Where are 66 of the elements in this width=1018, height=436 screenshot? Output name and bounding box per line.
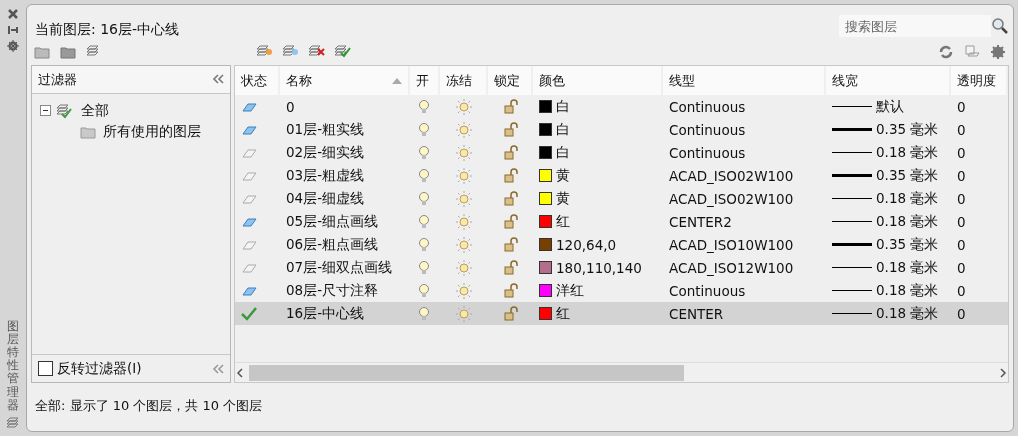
color-name: 黄 — [556, 189, 570, 208]
panel-title: 图层特性管理器 — [7, 319, 19, 412]
color-name: 白 — [556, 97, 570, 116]
status-text: 全部: 显示了 10 个图层，共 10 个图层 — [35, 397, 263, 415]
color-name: 白 — [556, 120, 570, 139]
column-header[interactable]: 透明度 — [951, 66, 1008, 95]
lineweight: 0.18 毫米 — [876, 189, 939, 208]
lineweight: 0.35 毫米 — [876, 235, 939, 254]
layer-name[interactable]: 05层-细点画线 — [286, 212, 379, 231]
lineweight: 0.35 毫米 — [876, 166, 939, 185]
layer-name[interactable]: 07层-细双点画线 — [286, 258, 393, 277]
lineweight: 0.35 毫米 — [876, 120, 939, 139]
transparency: 0 — [957, 236, 966, 253]
color-name: 洋红 — [556, 281, 584, 300]
current-layer: 当前图层: 16层-中心线 — [35, 21, 180, 39]
linetype: ACAD_ISO10W100 — [669, 236, 794, 253]
linetype: Continuous — [669, 282, 746, 299]
transparency: 0 — [957, 259, 966, 276]
linetype: CENTER2 — [669, 213, 732, 230]
transparency: 0 — [957, 121, 966, 138]
lineweight: 0.18 毫米 — [876, 143, 939, 162]
transparency: 0 — [957, 282, 966, 299]
transparency: 0 — [957, 213, 966, 230]
invert-label: 反转过滤器(I) — [57, 359, 142, 378]
lineweight: 0.18 毫米 — [876, 304, 939, 323]
layer-name[interactable]: 03层-粗虚线 — [286, 166, 365, 185]
transparency: 0 — [957, 98, 966, 115]
layer-name[interactable]: 02层-细实线 — [286, 143, 365, 162]
lineweight: 0.18 毫米 — [876, 258, 939, 277]
linetype: Continuous — [669, 98, 746, 115]
color-name: 红 — [556, 212, 570, 231]
color-name: 红 — [556, 304, 570, 323]
linetype: ACAD_ISO02W100 — [669, 167, 794, 184]
search-field[interactable]: 搜索图层 — [839, 15, 991, 37]
linetype: CENTER — [669, 305, 724, 322]
layer-name[interactable]: 04层-细虚线 — [286, 189, 365, 208]
layer-name[interactable]: 01层-粗实线 — [286, 120, 365, 139]
linetype: Continuous — [669, 121, 746, 138]
column-header[interactable]: 开 — [410, 66, 440, 95]
linetype: ACAD_ISO02W100 — [669, 190, 794, 207]
color-name: 黄 — [556, 166, 570, 185]
tree-item[interactable]: 所有使用的图层 — [103, 122, 201, 141]
lineweight: 0.18 毫米 — [876, 212, 939, 231]
column-header[interactable]: 名称 — [280, 66, 410, 95]
transparency: 0 — [957, 305, 966, 322]
color-name: 120,64,0 — [556, 236, 617, 253]
layer-name[interactable]: 0 — [286, 98, 295, 115]
column-header[interactable]: 冻结 — [440, 66, 488, 95]
transparency: 0 — [957, 190, 966, 207]
transparency: 0 — [957, 144, 966, 161]
color-name: 180,110,140 — [556, 259, 642, 276]
filter-title: 过滤器 — [38, 70, 77, 89]
layer-name[interactable]: 08层-尺寸注释 — [286, 281, 379, 300]
lineweight: 0.18 毫米 — [876, 281, 939, 300]
column-header[interactable]: 颜色 — [533, 66, 663, 95]
column-header[interactable]: 状态 — [235, 66, 280, 95]
column-header[interactable]: 线宽 — [826, 66, 951, 95]
lineweight: 默认 — [876, 97, 904, 116]
layer-name[interactable]: 06层-粗点画线 — [286, 235, 379, 254]
linetype: Continuous — [669, 144, 746, 161]
tree-item[interactable]: 全部 — [81, 101, 109, 120]
transparency: 0 — [957, 167, 966, 184]
linetype: ACAD_ISO12W100 — [669, 259, 794, 276]
column-header[interactable]: 锁定 — [488, 66, 533, 95]
column-header[interactable]: 线型 — [663, 66, 826, 95]
color-name: 白 — [556, 143, 570, 162]
